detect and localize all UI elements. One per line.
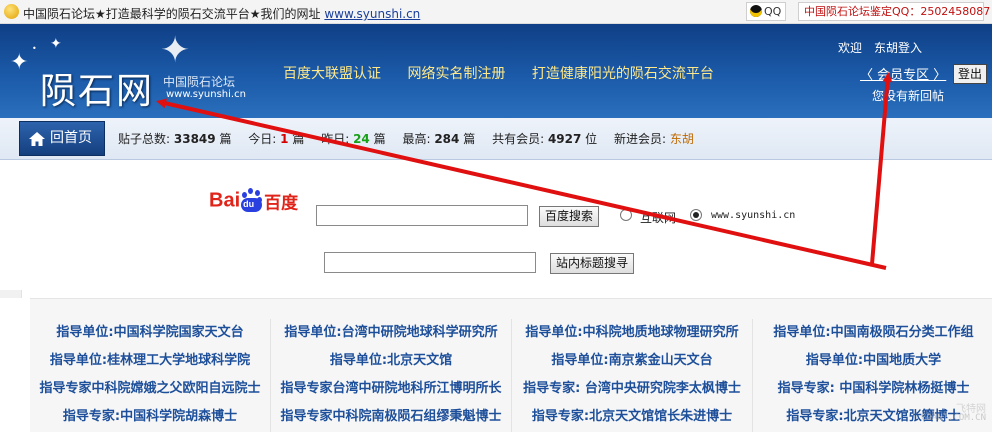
- baidu-logo-bai: Bai: [209, 189, 241, 212]
- site-url-link[interactable]: www.syunshi.cn: [324, 7, 420, 21]
- watermark-domain: COANT.COM.CN: [920, 413, 986, 423]
- posts-unit: 篇: [219, 132, 232, 146]
- yesterday-unit: 篇: [373, 132, 386, 146]
- logout-button[interactable]: 登出: [953, 64, 987, 84]
- radio-site-label: www.syunshi.cn: [711, 210, 796, 221]
- guidance-column: 指导单位:中国科学院国家天文台 指导单位:桂林理工大学地球科学院 指导专家中科院…: [30, 319, 271, 432]
- radio-site[interactable]: [690, 209, 702, 221]
- guidance-item[interactable]: 指导单位:中国地质大学: [753, 347, 992, 375]
- home-icon: [29, 132, 45, 146]
- new-replies-link[interactable]: 您没有新回帖: [872, 87, 944, 104]
- username-link[interactable]: 东胡登入: [874, 41, 922, 55]
- guidance-item[interactable]: 指导单位:北京天文馆: [271, 347, 511, 375]
- watermark: 飞特网 COANT.COM.CN: [898, 400, 986, 428]
- guidance-column: 指导单位:台湾中研院地球科学研究所 指导单位:北京天文馆 指导专家台湾中研院地科…: [271, 319, 512, 432]
- max-label: 最高:: [402, 132, 431, 146]
- guidance-item[interactable]: 指导专家: 台湾中央研究院李太枫博士: [512, 375, 752, 403]
- radio-web[interactable]: [620, 209, 632, 221]
- baidu-logo-cn: 百度: [264, 193, 299, 214]
- members-unit: 位: [585, 132, 598, 146]
- today-count: 1: [280, 132, 289, 146]
- qq-label: QQ: [764, 5, 782, 18]
- site-favicon-icon: [4, 4, 19, 19]
- welcome-label: 欢迎: [838, 41, 863, 55]
- posts-count: 33849: [173, 132, 216, 146]
- baidu-logo[interactable]: Bai du 百度: [209, 188, 298, 222]
- site-slogan: 中国陨石论坛★打造最科学的陨石交流平台★我们的网址 www.syunshi.cn: [23, 5, 420, 22]
- site-header: ✦ ✦ • ✦ 陨石网 中国陨石论坛 www.syunshi.cn 百度大联盟认…: [0, 24, 992, 118]
- guidance-table: 指导单位:中国科学院国家天文台 指导单位:桂林理工大学地球科学院 指导专家中科院…: [30, 298, 992, 432]
- guidance-column: 指导单位:中科院地质地球物理研究所 指导单位:南京紫金山天文台 指导专家: 台湾…: [512, 319, 753, 432]
- stats-bar: 回首页 贴子总数: 33849 篇 今日: 1 篇 昨日: 24 篇 最高: 2…: [0, 118, 992, 160]
- max-unit: 篇: [463, 132, 476, 146]
- guidance-item[interactable]: 指导专家中科院南极陨石组缪秉魁博士: [271, 403, 511, 431]
- newest-member-label: 新进会员:: [614, 132, 667, 146]
- guidance-item[interactable]: 指导单位:中国南极陨石分类工作组: [753, 319, 992, 347]
- slogan-text: 中国陨石论坛★打造最科学的陨石交流平台★我们的网址: [23, 7, 321, 21]
- guidance-item[interactable]: 指导单位:中国科学院国家天文台: [30, 319, 270, 347]
- radio-web-label: 互联网: [640, 211, 677, 225]
- members-label: 共有会员:: [492, 132, 545, 146]
- header-links: 百度大联盟认证 网络实名制注册 打造健康阳光的陨石交流平台: [283, 63, 736, 83]
- logo-url: www.syunshi.cn: [166, 89, 246, 100]
- guidance-item[interactable]: 指导专家:北京天文馆馆长朱进博士: [512, 403, 752, 431]
- qq-button[interactable]: QQ: [746, 2, 787, 21]
- comet-star-icon: ✦: [160, 30, 191, 71]
- forum-stats: 贴子总数: 33849 篇 今日: 1 篇 昨日: 24 篇 最高: 284 篇…: [118, 130, 694, 147]
- member-zone-link[interactable]: 〈 会员专区 〉: [860, 64, 946, 83]
- guidance-item[interactable]: 指导单位:南京紫金山天文台: [512, 347, 752, 375]
- sparkle-icon: ✦: [10, 50, 29, 75]
- guidance-item[interactable]: 指导专家中科院嫦娥之父欧阳自远院士: [30, 375, 270, 403]
- baidu-paw-icon: du: [241, 188, 263, 214]
- newest-member-link[interactable]: 东胡: [670, 132, 694, 146]
- posts-label: 贴子总数:: [118, 132, 171, 146]
- guidance-item[interactable]: 指导专家台湾中研院地科所江博明所长: [271, 375, 511, 403]
- site-search-button[interactable]: 站内标题搜寻: [550, 253, 635, 274]
- top-bar: 中国陨石论坛★打造最科学的陨石交流平台★我们的网址 www.syunshi.cn…: [0, 0, 992, 24]
- header-link-realname[interactable]: 网络实名制注册: [407, 66, 505, 82]
- today-label: 今日:: [248, 132, 277, 146]
- qq-penguin-icon: [750, 5, 762, 17]
- baidu-logo-du: du: [243, 199, 255, 209]
- guidance-item[interactable]: 指导单位:桂林理工大学地球科学院: [30, 347, 270, 375]
- guidance-item[interactable]: 指导单位:中科院地质地球物理研究所: [512, 319, 752, 347]
- sparkle-icon: ✦: [50, 36, 62, 52]
- logo-subtitle: 中国陨石论坛: [163, 75, 236, 89]
- guidance-item[interactable]: 指导专家:中国科学院胡森博士: [30, 403, 270, 431]
- members-count: 4927: [547, 132, 582, 146]
- baidu-search-input[interactable]: [316, 205, 528, 226]
- header-link-baidu-alliance[interactable]: 百度大联盟认证: [283, 66, 381, 82]
- home-label: 回首页: [50, 130, 92, 146]
- guidance-item[interactable]: 指导专家: 中国科学院林杨挺博士: [753, 375, 992, 403]
- sparkle-icon: •: [32, 44, 37, 53]
- site-search-input[interactable]: [324, 252, 536, 273]
- yesterday-label: 昨日:: [321, 132, 350, 146]
- appraisal-qq-link[interactable]: 中国陨石论坛鉴定QQ：2502458087: [798, 2, 990, 21]
- guidance-item[interactable]: 指导单位:台湾中研院地球科学研究所: [271, 319, 511, 347]
- max-count: 284: [434, 132, 460, 146]
- header-link-platform[interactable]: 打造健康阳光的陨石交流平台: [532, 66, 714, 82]
- yesterday-count: 24: [353, 132, 370, 146]
- baidu-search-button[interactable]: 百度搜索: [539, 206, 600, 227]
- welcome-text: 欢迎 东胡登入: [838, 39, 922, 56]
- site-logo[interactable]: 陨石网: [40, 62, 154, 114]
- home-button[interactable]: 回首页: [19, 121, 105, 156]
- today-unit: 篇: [292, 132, 305, 146]
